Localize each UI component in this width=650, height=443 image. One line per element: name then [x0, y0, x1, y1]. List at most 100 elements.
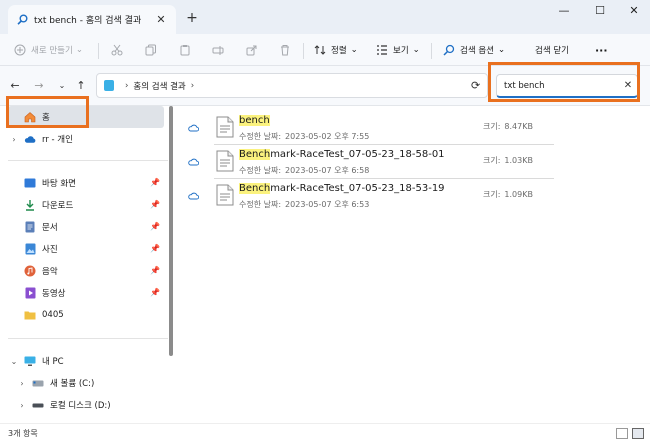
recent-locations-icon[interactable]: ⌄	[54, 78, 70, 94]
view-button[interactable]: 보기 ⌄	[376, 40, 420, 60]
sort-button[interactable]: 정렬 ⌄	[314, 40, 358, 60]
document-icon	[24, 221, 36, 233]
file-name: Benchmark-RaceTest_07-05-23_18-53-19	[239, 183, 445, 194]
pin-icon[interactable]: 📌	[150, 200, 160, 209]
cloud-status-icon	[188, 158, 200, 169]
search-results: bench 수정한 날짜: 2023-05-02 오후 7:55 크기: 8.47K…	[176, 106, 650, 423]
file-size-value: 1.09KB	[504, 190, 533, 199]
file-size-value: 8.47KB	[504, 122, 533, 131]
file-modified: 수정한 날짜: 2023-05-07 오후 6:58	[239, 166, 370, 175]
download-icon	[24, 199, 36, 211]
maximize-button[interactable]: ☐	[583, 0, 617, 22]
list-item[interactable]: Benchmark-RaceTest_07-05-23_18-58-01 수정한…	[176, 146, 650, 180]
sidebar-item-label: 바탕 화면	[42, 179, 76, 189]
list-item[interactable]: bench 수정한 날짜: 2023-05-02 오후 7:55 크기: 8.47K…	[176, 112, 650, 146]
file-date: 2023-05-02 오후 7:55	[285, 132, 370, 141]
pin-icon[interactable]: 📌	[150, 266, 160, 275]
pin-icon[interactable]: 📌	[150, 288, 160, 297]
cut-icon[interactable]	[111, 40, 128, 60]
cloud-icon	[24, 133, 36, 145]
sidebar-item-videos[interactable]: 동영상 📌	[8, 282, 164, 304]
file-name: bench	[239, 115, 270, 126]
computer-icon	[24, 355, 36, 367]
up-arrow-icon[interactable]: ↑	[73, 78, 89, 94]
sidebar-item-drive-d[interactable]: › 로컬 디스크 (D:)	[16, 394, 164, 416]
file-name-rest: mark-RaceTest_07-05-23_18-58-01	[270, 149, 445, 160]
title-bar: txt bench - 홈의 검색 결과 ✕ + — ☐ ✕	[0, 0, 650, 34]
file-modified: 수정한 날짜: 2023-05-02 오후 7:55	[239, 132, 370, 141]
chevron-down-icon[interactable]: ⌄	[8, 357, 20, 366]
sidebar-item-label: 다운로드	[42, 201, 74, 211]
file-size: 크기: 1.09KB	[483, 190, 533, 199]
sidebar-item-downloads[interactable]: 다운로드 📌	[8, 194, 164, 216]
sidebar-item-label: 내 PC	[42, 357, 64, 367]
search-highlight-box	[488, 62, 640, 102]
paste-icon[interactable]	[179, 40, 196, 60]
folder-icon	[24, 309, 36, 321]
sidebar-item-documents[interactable]: 문서 📌	[8, 216, 164, 238]
tiles-view-icon[interactable]	[632, 428, 644, 439]
divider	[8, 160, 168, 161]
share-icon[interactable]	[246, 40, 263, 60]
divider	[8, 338, 168, 339]
drive-icon	[32, 399, 44, 411]
new-tab-button[interactable]: +	[183, 9, 201, 27]
list-item[interactable]: Benchmark-RaceTest_07-05-23_18-53-19 수정한…	[176, 180, 650, 214]
sidebar-item-desktop[interactable]: 바탕 화면 📌	[8, 172, 164, 194]
view-icon	[377, 45, 387, 55]
file-size: 크기: 1.03KB	[483, 156, 533, 165]
minimize-button[interactable]: —	[547, 0, 581, 22]
item-count: 3개 항목	[8, 429, 38, 438]
tab-close-icon[interactable]: ✕	[154, 13, 168, 26]
chevron-right-icon[interactable]: ›	[16, 379, 28, 388]
delete-icon[interactable]	[279, 40, 296, 60]
new-button[interactable]: 새로 만들기 ⌄	[14, 40, 83, 60]
sort-icon	[314, 45, 326, 55]
more-options-button[interactable]: ···	[595, 40, 608, 60]
forward-arrow-icon[interactable]: →	[31, 78, 47, 94]
file-size: 크기: 8.47KB	[483, 122, 533, 131]
pin-icon[interactable]: 📌	[150, 244, 160, 253]
refresh-icon[interactable]: ⟳	[471, 79, 480, 92]
chevron-right-icon[interactable]: ›	[16, 401, 28, 410]
details-view-icon[interactable]	[616, 428, 628, 439]
divider	[303, 43, 304, 59]
plus-circle-icon	[14, 44, 26, 56]
close-search-button[interactable]: 검색 닫기	[535, 40, 569, 60]
sidebar-item-label: 동영상	[42, 289, 66, 299]
sidebar-item-pictures[interactable]: 사진 📌	[8, 238, 164, 260]
sidebar-item-drive-c[interactable]: › 새 볼륨 (C:)	[16, 372, 164, 394]
sidebar-scrollbar[interactable]	[169, 106, 173, 356]
sidebar-item-label: 사진	[42, 245, 58, 255]
match-highlight: bench	[239, 115, 270, 126]
search-options-icon	[443, 44, 455, 56]
sidebar-item-onedrive[interactable]: › rr - 개인	[8, 128, 164, 150]
navigation-pane: 홈 › rr - 개인 바탕 화면 📌 다운로드 📌 문서 📌 사진 📌 음악	[0, 106, 175, 423]
sidebar-item-label: 음악	[42, 267, 58, 277]
file-date: 2023-05-07 오후 6:53	[285, 200, 370, 209]
drive-icon	[32, 377, 44, 389]
sidebar-item-music[interactable]: 음악 📌	[8, 260, 164, 282]
rename-icon[interactable]	[212, 40, 229, 60]
divider	[431, 43, 432, 59]
address-bar[interactable]: › 홈의 검색 결과 ›	[96, 73, 488, 98]
divider	[214, 144, 554, 145]
pin-icon[interactable]: 📌	[150, 178, 160, 187]
match-highlight: Bench	[239, 149, 271, 160]
sidebar-item-0405[interactable]: 0405	[8, 304, 164, 326]
sidebar-item-this-pc[interactable]: ⌄ 내 PC	[8, 350, 164, 372]
window-tab[interactable]: txt bench - 홈의 검색 결과 ✕	[8, 5, 176, 34]
close-window-button[interactable]: ✕	[617, 0, 650, 22]
video-icon	[24, 287, 36, 299]
back-arrow-icon[interactable]: ←	[7, 78, 23, 94]
sidebar-item-label: rr - 개인	[42, 135, 73, 145]
copy-icon[interactable]	[145, 40, 162, 60]
match-highlight: Bench	[239, 183, 271, 194]
divider	[98, 43, 99, 59]
sort-label: 정렬	[331, 46, 347, 56]
tab-title: txt bench - 홈의 검색 결과	[34, 16, 142, 26]
pin-icon[interactable]: 📌	[150, 222, 160, 231]
chevron-right-icon[interactable]: ›	[8, 135, 20, 144]
music-icon	[24, 265, 36, 277]
search-options-button[interactable]: 검색 옵션 ⌄	[443, 40, 505, 60]
